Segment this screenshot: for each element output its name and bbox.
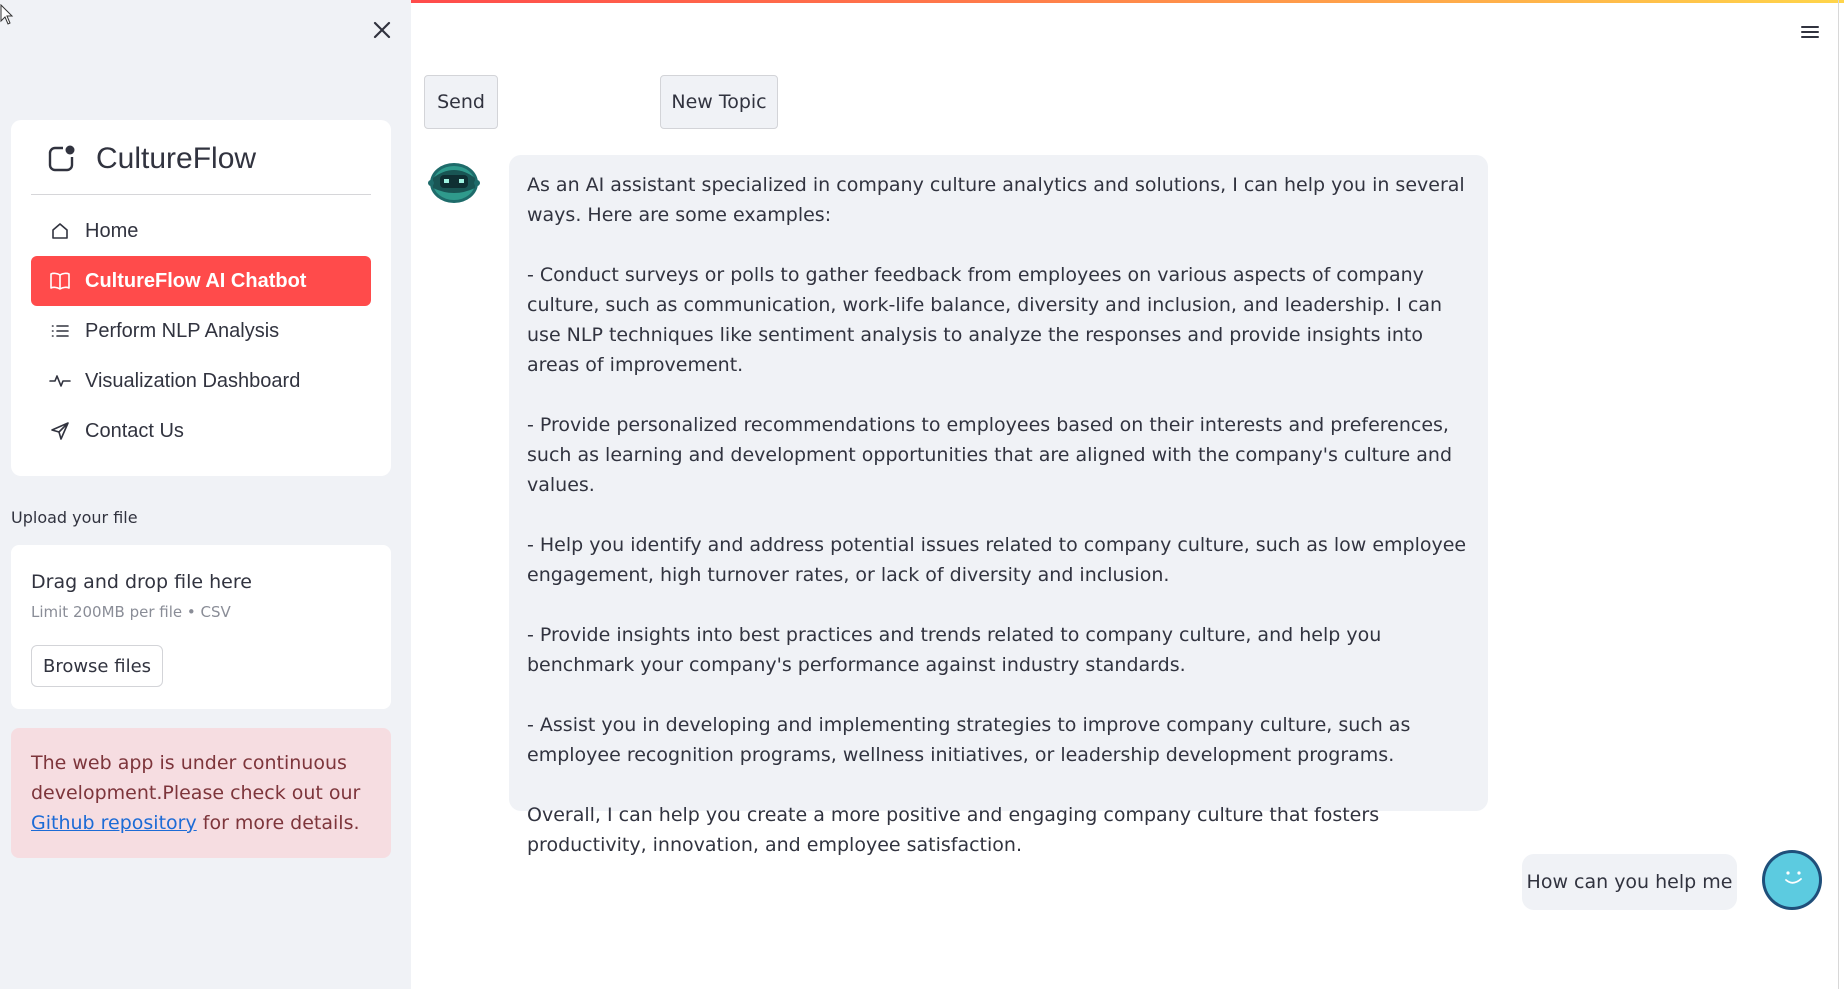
nav-item-label: Home — [85, 219, 139, 242]
user-message: How can you help me — [1522, 854, 1737, 910]
file-dropzone[interactable]: Drag and drop file here Limit 200MB per … — [11, 545, 391, 709]
nav-item-label: CultureFlow AI Chatbot — [85, 269, 307, 292]
nav-item-label: Contact Us — [85, 419, 184, 442]
nav-list: Home CultureFlow AI Chatbot Perform NLP … — [31, 206, 371, 456]
nav-item-contact[interactable]: Contact Us — [31, 406, 371, 456]
list-icon — [49, 320, 71, 342]
nav-item-visualization[interactable]: Visualization Dashboard — [31, 356, 371, 406]
book-icon — [49, 270, 71, 292]
brand: CultureFlow — [46, 142, 256, 176]
nav-item-chatbot[interactable]: CultureFlow AI Chatbot — [31, 256, 371, 306]
divider — [31, 194, 371, 195]
user-avatar-icon — [1762, 850, 1822, 910]
nav-item-home[interactable]: Home — [31, 206, 371, 256]
github-link[interactable]: Github repository — [31, 812, 197, 834]
dropzone-limit: Limit 200MB per file • CSV — [31, 603, 231, 621]
brand-title: CultureFlow — [96, 142, 257, 175]
notice-box: The web app is under continuous developm… — [11, 728, 391, 858]
browse-files-button[interactable]: Browse files — [31, 645, 163, 687]
nav-item-label: Visualization Dashboard — [85, 369, 301, 392]
top-decoration-bar — [411, 0, 1844, 3]
mouse-cursor-icon — [0, 4, 14, 25]
bot-avatar-icon — [428, 163, 480, 203]
scrollbar-track[interactable] — [1838, 0, 1839, 989]
notice-text-end: for more details. — [196, 812, 360, 834]
navigation-menu: CultureFlow Home CultureFlow AI Chatbot — [11, 120, 391, 476]
nav-item-nlp-analysis[interactable]: Perform NLP Analysis — [31, 306, 371, 356]
new-topic-button[interactable]: New Topic — [660, 75, 778, 129]
close-icon[interactable] — [370, 18, 394, 42]
notice-text: The web app is under continuous developm… — [31, 752, 361, 804]
app-indicator-icon — [48, 145, 75, 172]
nav-item-label: Perform NLP Analysis — [85, 319, 280, 342]
bot-message: As an AI assistant specialized in compan… — [509, 155, 1488, 856]
upload-label: Upload your file — [11, 508, 138, 527]
send-button[interactable]: Send — [424, 75, 498, 129]
sidebar: CultureFlow Home CultureFlow AI Chatbot — [0, 0, 411, 989]
activity-icon — [49, 370, 71, 392]
dropzone-title: Drag and drop file here — [31, 571, 252, 593]
menu-icon[interactable] — [1798, 20, 1822, 44]
home-icon — [49, 220, 71, 242]
send-icon — [49, 420, 71, 442]
